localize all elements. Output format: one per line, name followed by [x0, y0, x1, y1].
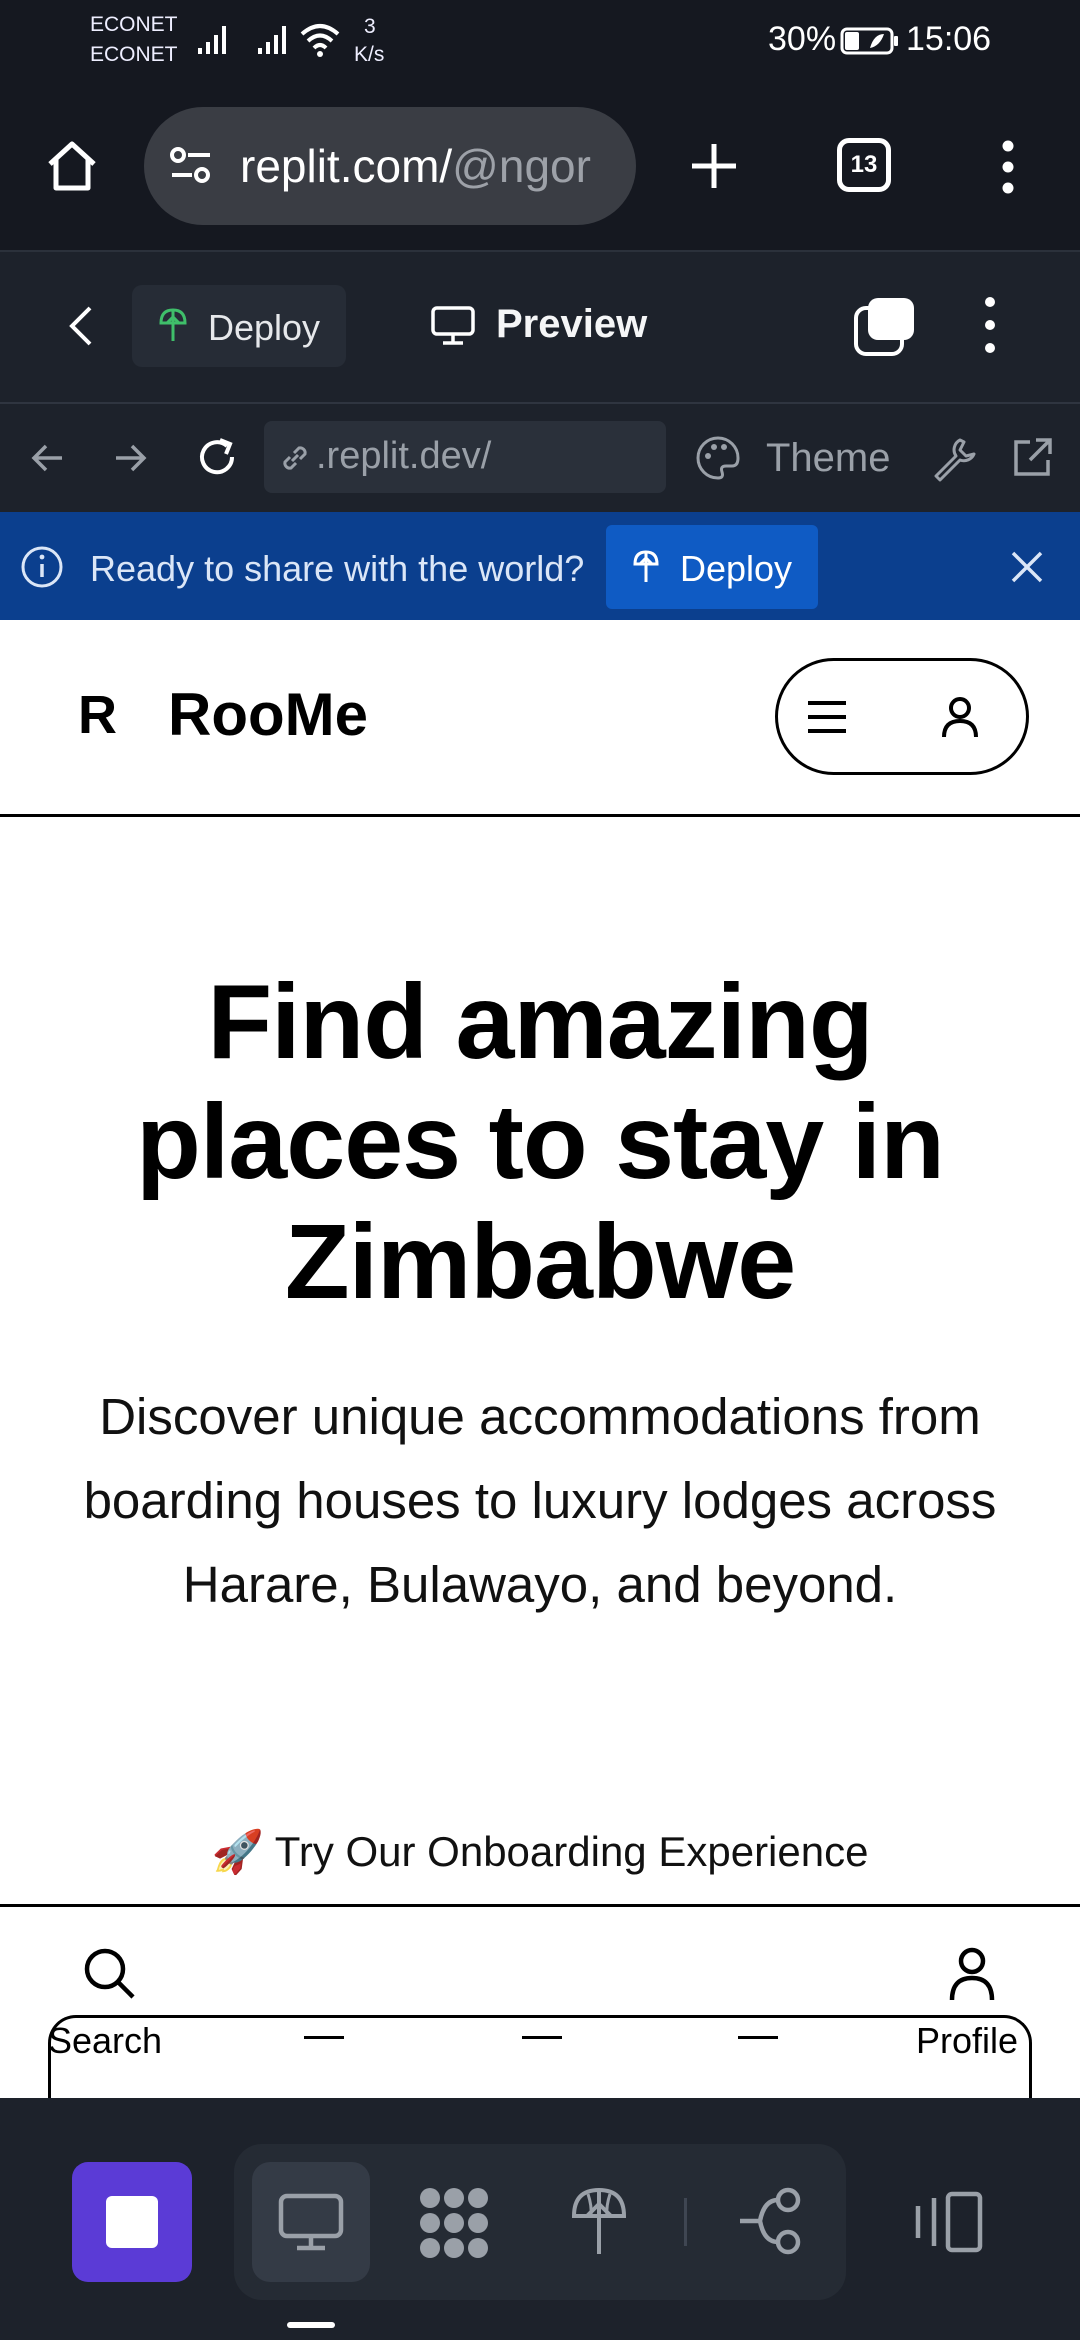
- deploy-label: Deploy: [208, 307, 321, 348]
- sheet-handle: [738, 2036, 778, 2039]
- signal-icon: [198, 26, 226, 54]
- wifi-icon: [300, 24, 340, 57]
- signal-icon-2: [258, 26, 286, 54]
- site-settings-icon[interactable]: [168, 145, 214, 187]
- home-icon[interactable]: [44, 138, 100, 194]
- hamburger-icon: [808, 701, 846, 733]
- user-icon: [942, 697, 978, 738]
- monitor-icon: [431, 306, 475, 345]
- info-icon: [21, 546, 63, 588]
- network-speed-value: 3: [364, 15, 376, 38]
- banner-deploy-button[interactable]: Deploy: [606, 525, 818, 609]
- browser-menu-icon[interactable]: [996, 140, 1020, 194]
- stop-icon: [106, 2196, 158, 2248]
- hero-title: Find amazing places to stay in Zimbabwe: [136, 963, 945, 1321]
- back-chevron-icon[interactable]: [66, 304, 96, 348]
- url-text[interactable]: replit.com/@ngor: [240, 139, 620, 193]
- search-icon[interactable]: [82, 1946, 136, 2000]
- monitor-icon: [278, 2193, 344, 2251]
- theme-button[interactable]: Theme: [766, 436, 891, 481]
- carrier-1: ECONET: [90, 13, 178, 36]
- clock: 15:06: [906, 20, 992, 58]
- deploy-icon: [633, 550, 659, 582]
- replit-menu-icon[interactable]: [978, 296, 1002, 354]
- url-bar[interactable]: replit.com/@ngor: [144, 107, 636, 225]
- logo: R: [78, 685, 117, 745]
- app-title[interactable]: RooMe: [168, 680, 368, 749]
- url-path: @ngor: [452, 140, 591, 192]
- nav-profile-label[interactable]: Profile: [916, 2020, 1018, 2062]
- close-icon[interactable]: [1008, 548, 1046, 586]
- banner-message: Ready to share with the world?: [90, 548, 585, 589]
- dock-divider: [684, 2198, 687, 2246]
- sheet-handle: [304, 2036, 344, 2039]
- battery-icon: [840, 27, 898, 55]
- tab-switcher-button[interactable]: 13: [837, 138, 891, 192]
- new-tab-icon[interactable]: [688, 140, 740, 192]
- deploy-button[interactable]: Deploy: [132, 285, 346, 367]
- status-bar: ECONET ECONET 3 K/s 30% 15:06: [0, 0, 1080, 84]
- nav-search-label[interactable]: Search: [48, 2020, 162, 2062]
- open-external-icon[interactable]: [1008, 434, 1056, 482]
- user-menu-button[interactable]: [775, 658, 1029, 775]
- preview-tab[interactable]: Preview: [496, 302, 647, 347]
- deploy-icon: [159, 308, 187, 341]
- network-speed-unit: K/s: [354, 43, 385, 66]
- profile-icon[interactable]: [948, 1946, 996, 2002]
- back-arrow-icon[interactable]: [30, 440, 66, 476]
- webview-address-bar[interactable]: .replit.dev/: [264, 421, 666, 493]
- battery-percent: 30%: [768, 20, 837, 58]
- tabs-icon[interactable]: [852, 296, 916, 358]
- wrench-icon[interactable]: [930, 434, 978, 482]
- url-host: replit.com/: [240, 140, 453, 192]
- deploy-dock-icon[interactable]: [570, 2186, 628, 2258]
- sheet-handle: [522, 2036, 562, 2039]
- refresh-icon[interactable]: [194, 434, 240, 480]
- link-icon: [283, 446, 307, 470]
- apps-grid-icon[interactable]: [416, 2186, 492, 2260]
- hero-subtitle: Discover unique accommodations from boar…: [83, 1388, 997, 1613]
- carrier-2: ECONET: [90, 43, 178, 66]
- panels-icon[interactable]: [912, 2190, 984, 2254]
- webview-address: .replit.dev/: [316, 435, 492, 477]
- home-indicator: [287, 2322, 335, 2328]
- onboarding-link[interactable]: 🚀 Try Our Onboarding Experience: [0, 1828, 1080, 1877]
- banner-deploy-label: Deploy: [680, 548, 793, 589]
- palette-icon[interactable]: [694, 434, 742, 482]
- git-branch-icon[interactable]: [736, 2186, 804, 2256]
- forward-arrow-icon[interactable]: [112, 440, 148, 476]
